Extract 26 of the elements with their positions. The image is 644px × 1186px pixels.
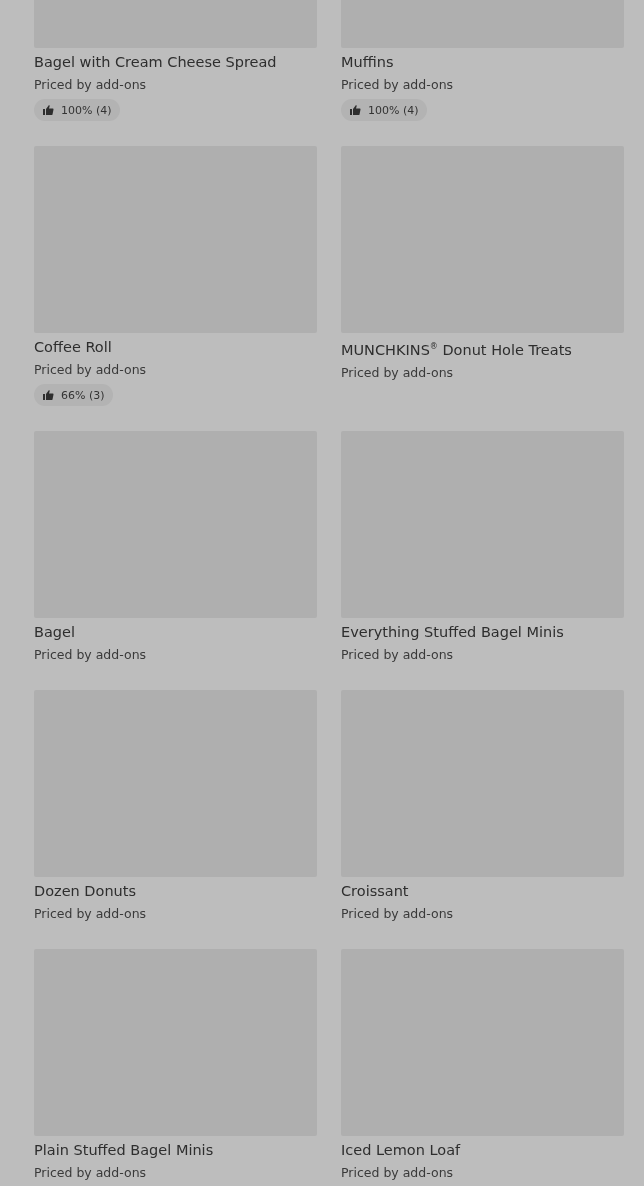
item-name: Bagel bbox=[34, 623, 75, 642]
item-price: Priced by add-ons bbox=[341, 1164, 454, 1182]
item-name: Muffins bbox=[341, 53, 394, 72]
thumbs-up-icon bbox=[349, 104, 361, 116]
item-name: MUNCHKINS$^{®}$ Donut Hole Treats bbox=[341, 340, 572, 360]
item-price: Priced by add-ons bbox=[341, 905, 454, 923]
rating-text: 66% (3) bbox=[61, 388, 105, 402]
item-name: Coffee Roll bbox=[34, 338, 112, 357]
rating-text: 100% (4) bbox=[368, 103, 419, 117]
item-name: Croissant bbox=[341, 882, 409, 901]
item-price: Priced by add-ons bbox=[34, 905, 147, 923]
item-price: Priced by add-ons bbox=[34, 361, 147, 379]
item-price: Priced by add-ons bbox=[34, 646, 147, 664]
item-price: Priced by add-ons bbox=[34, 1164, 147, 1182]
item-name: Iced Lemon Loaf bbox=[341, 1141, 461, 1160]
item-name: Dozen Donuts bbox=[34, 882, 137, 901]
rating-text: 100% (4) bbox=[61, 103, 112, 117]
item-name: Everything Stuffed Bagel Minis bbox=[341, 623, 564, 642]
thumbs-up-icon bbox=[42, 104, 54, 116]
item-price: Priced by add-ons bbox=[341, 76, 454, 94]
item-name: Plain Stuffed Bagel Minis bbox=[34, 1141, 214, 1160]
thumbs-up-icon bbox=[42, 389, 54, 401]
item-price: Priced by add-ons bbox=[341, 646, 454, 664]
item-price: Priced by add-ons bbox=[341, 363, 454, 382]
item-name: Bagel with Cream Cheese Spread bbox=[34, 53, 277, 72]
item-price: Priced by add-ons bbox=[34, 76, 147, 94]
